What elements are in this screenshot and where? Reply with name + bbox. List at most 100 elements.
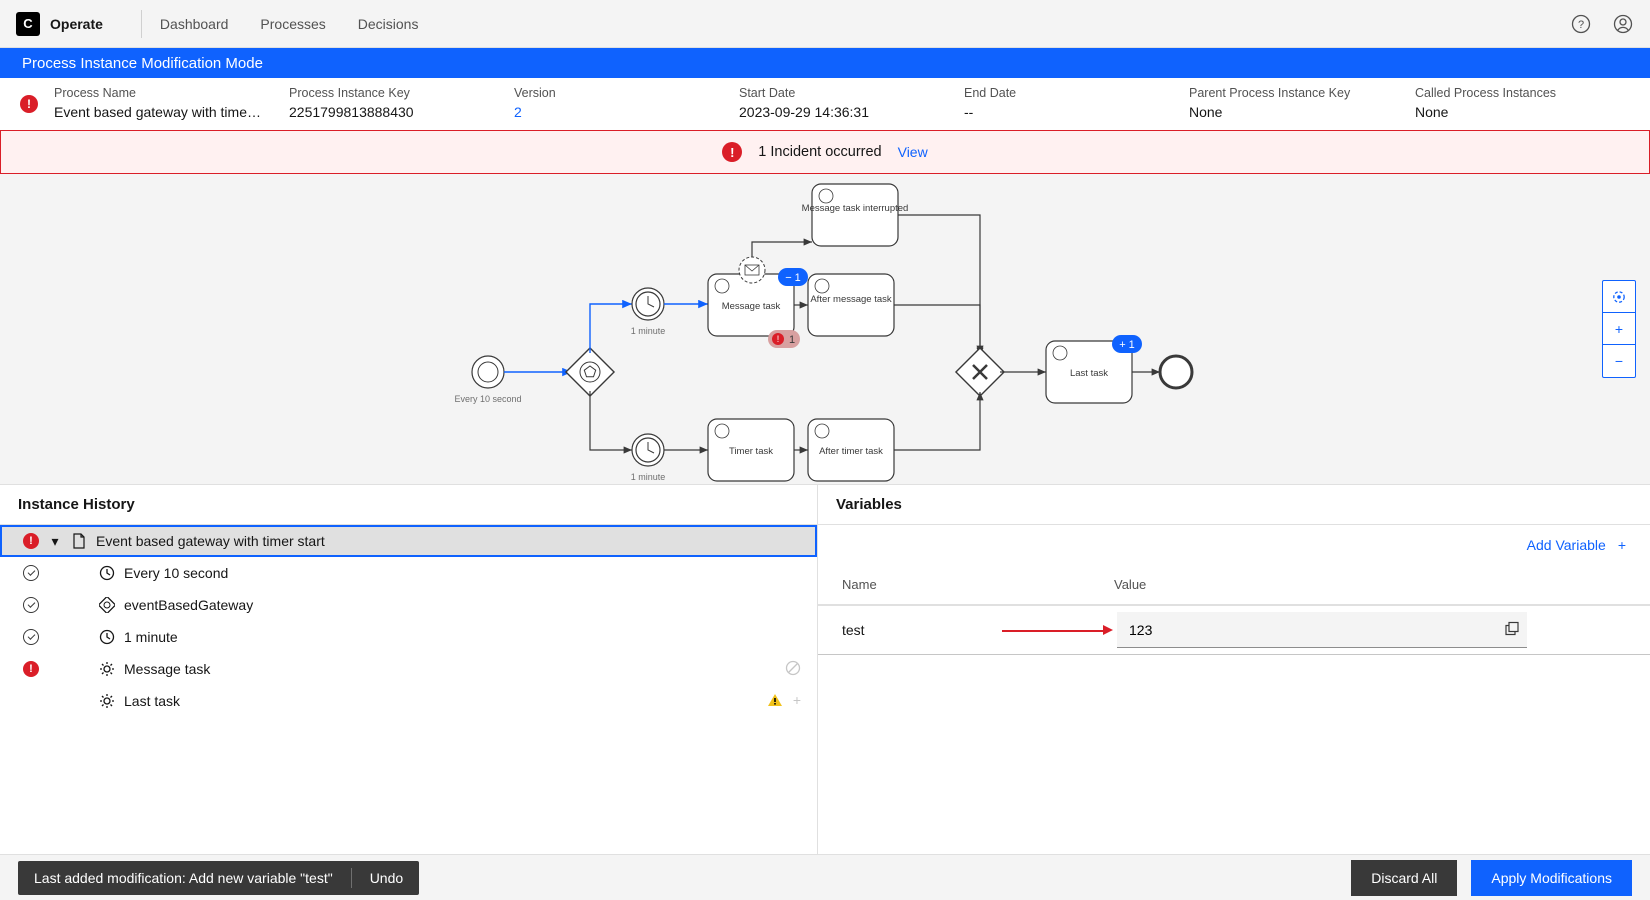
apply-modifications-button[interactable]: Apply Modifications bbox=[1471, 860, 1632, 896]
undo-button[interactable]: Undo bbox=[370, 870, 403, 886]
popout-icon[interactable] bbox=[1505, 622, 1519, 639]
parent-key-value: None bbox=[1189, 103, 1387, 123]
message-task[interactable]: Message task − 1 ! 1 bbox=[708, 257, 808, 348]
instance-meta: ! Process Name Event based gateway with … bbox=[0, 78, 1650, 130]
clock-icon bbox=[98, 565, 116, 581]
start-date-label: Start Date bbox=[739, 85, 936, 103]
svg-text:− 1: − 1 bbox=[785, 272, 801, 284]
nav-processes[interactable]: Processes bbox=[260, 16, 325, 32]
version-value[interactable]: 2 bbox=[514, 103, 711, 123]
nav-dashboard[interactable]: Dashboard bbox=[160, 16, 229, 32]
svg-text:1 minute: 1 minute bbox=[631, 472, 666, 482]
variables-table-header: Name Value bbox=[818, 565, 1650, 605]
process-name-value: Event based gateway with timer ... bbox=[54, 103, 261, 123]
token-plus-badge: + 1 bbox=[1112, 335, 1142, 353]
variables-title: Variables bbox=[818, 485, 1650, 525]
warning-icon bbox=[767, 692, 783, 711]
svg-text:Message task interrupted: Message task interrupted bbox=[802, 203, 909, 214]
svg-text:1: 1 bbox=[789, 334, 795, 346]
svg-text:Message task: Message task bbox=[722, 301, 781, 312]
called-instances-label: Called Process Instances bbox=[1415, 85, 1602, 103]
history-row[interactable]: 1 minute bbox=[0, 621, 817, 653]
nav-decisions[interactable]: Decisions bbox=[358, 16, 419, 32]
instance-key-label: Process Instance Key bbox=[289, 85, 486, 103]
zoom-in-button[interactable]: + bbox=[1603, 313, 1635, 345]
svg-text:Every 10 second: Every 10 second bbox=[454, 394, 521, 404]
called-instances-value: None bbox=[1415, 103, 1602, 123]
timer-intermediate-2[interactable]: 1 minute bbox=[631, 434, 666, 482]
timer-intermediate-1[interactable]: 1 minute bbox=[631, 288, 666, 336]
document-icon bbox=[70, 533, 88, 549]
exclusive-gateway[interactable] bbox=[956, 348, 1004, 396]
instance-key-value: 2251799813888430 bbox=[289, 103, 486, 123]
parent-key-label: Parent Process Instance Key bbox=[1189, 85, 1387, 103]
completed-status-icon bbox=[23, 597, 39, 613]
process-name-label: Process Name bbox=[54, 85, 261, 103]
incident-error-icon: ! bbox=[722, 142, 742, 162]
svg-text:!: ! bbox=[777, 334, 780, 344]
end-date-value: -- bbox=[964, 103, 1161, 123]
token-minus-badge: − 1 bbox=[778, 268, 808, 286]
variable-value-input[interactable] bbox=[1117, 612, 1527, 648]
svg-text:After timer task: After timer task bbox=[819, 446, 883, 457]
svg-text:?: ? bbox=[1578, 19, 1584, 31]
history-row[interactable]: ! Message task bbox=[0, 653, 817, 685]
annotation-arrow bbox=[1002, 621, 1117, 639]
after-timer-task[interactable]: After timer task bbox=[808, 419, 894, 481]
modification-toast: Last added modification: Add new variabl… bbox=[18, 861, 419, 895]
history-row-label: Event based gateway with timer start bbox=[96, 533, 801, 549]
instance-status-error-icon: ! bbox=[20, 95, 38, 113]
after-message-task[interactable]: After message task bbox=[808, 274, 894, 336]
clock-icon bbox=[98, 629, 116, 645]
brand-name: Operate bbox=[50, 16, 103, 32]
history-row-label: eventBasedGateway bbox=[124, 597, 801, 613]
zoom-out-button[interactable]: − bbox=[1603, 345, 1635, 377]
nav-divider bbox=[141, 10, 142, 38]
history-row-label: Message task bbox=[124, 661, 777, 677]
history-row-label: 1 minute bbox=[124, 629, 801, 645]
history-row-root[interactable]: ! ▾ Event based gateway with timer start bbox=[0, 525, 817, 557]
column-value: Value bbox=[1114, 577, 1626, 592]
add-token-icon[interactable]: + bbox=[793, 692, 801, 711]
variables-panel: Variables Add Variable + Name Value test bbox=[818, 485, 1650, 854]
plus-icon: + bbox=[1618, 537, 1626, 553]
gear-icon bbox=[98, 661, 116, 677]
version-label: Version bbox=[514, 85, 711, 103]
svg-text:1 minute: 1 minute bbox=[631, 326, 666, 336]
end-date-label: End Date bbox=[964, 85, 1161, 103]
topbar: C Operate Dashboard Processes Decisions … bbox=[0, 0, 1650, 48]
help-icon[interactable]: ? bbox=[1570, 13, 1592, 35]
column-name: Name bbox=[842, 577, 1114, 592]
incident-count-badge: ! 1 bbox=[768, 330, 800, 348]
last-task[interactable]: Last task + 1 bbox=[1046, 335, 1142, 403]
history-row-label: Every 10 second bbox=[124, 565, 801, 581]
discard-all-button[interactable]: Discard All bbox=[1351, 860, 1457, 896]
app-logo: C bbox=[16, 12, 40, 36]
incident-text: 1 Incident occurred bbox=[758, 144, 881, 160]
add-variable-button[interactable]: Add Variable + bbox=[818, 525, 1650, 565]
gear-icon bbox=[98, 693, 116, 709]
incident-view-link[interactable]: View bbox=[898, 144, 928, 160]
history-row[interactable]: Every 10 second bbox=[0, 557, 817, 589]
event-based-gateway[interactable] bbox=[566, 348, 614, 396]
svg-text:Last task: Last task bbox=[1070, 368, 1108, 379]
start-date-value: 2023-09-29 14:36:31 bbox=[739, 103, 936, 123]
history-row[interactable]: Last task + bbox=[0, 685, 817, 717]
bpmn-diagram[interactable]: Every 10 second 1 minute Message task − … bbox=[0, 174, 1650, 484]
timer-task[interactable]: Timer task bbox=[708, 419, 794, 481]
message-task-interrupted[interactable]: Message task interrupted bbox=[802, 184, 909, 246]
user-icon[interactable] bbox=[1612, 13, 1634, 35]
zoom-toolbar: + − bbox=[1602, 280, 1636, 378]
cancel-token-icon[interactable] bbox=[785, 660, 801, 679]
toast-message: Last added modification: Add new variabl… bbox=[34, 870, 333, 886]
start-event[interactable]: Every 10 second bbox=[454, 356, 521, 404]
variable-name: test bbox=[842, 622, 1002, 638]
footer-bar: Last added modification: Add new variabl… bbox=[0, 854, 1650, 900]
svg-text:After message task: After message task bbox=[810, 294, 892, 305]
history-row[interactable]: eventBasedGateway bbox=[0, 589, 817, 621]
end-event[interactable] bbox=[1160, 356, 1192, 388]
completed-status-icon bbox=[23, 629, 39, 645]
zoom-reset-button[interactable] bbox=[1603, 281, 1635, 313]
instance-history-panel: Instance History ! ▾ Event based gateway… bbox=[0, 485, 818, 854]
collapse-icon[interactable]: ▾ bbox=[48, 533, 62, 550]
